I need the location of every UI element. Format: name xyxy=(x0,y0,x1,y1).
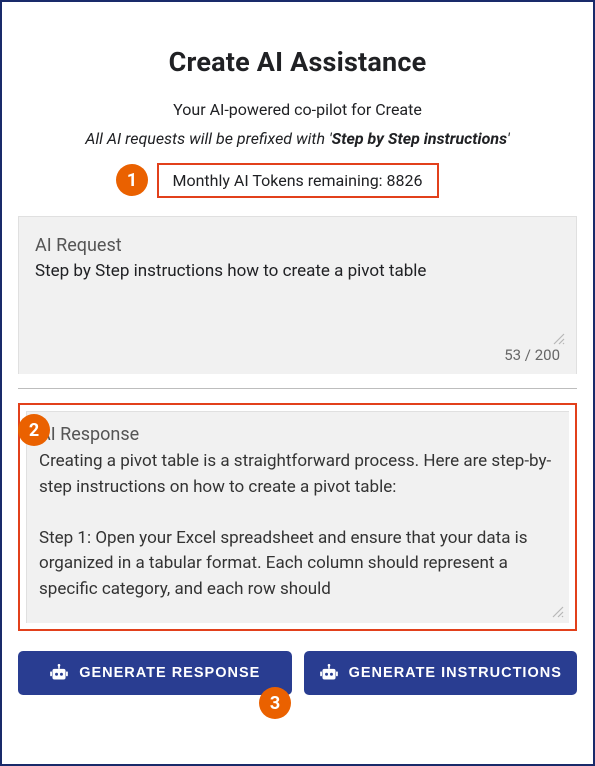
prefix-note: All AI requests will be prefixed with 'S… xyxy=(18,129,577,148)
generate-response-label: GENERATE RESPONSE xyxy=(79,665,260,681)
robot-icon xyxy=(319,664,339,682)
ai-request-input[interactable] xyxy=(35,260,560,336)
page-title: Create AI Assistance xyxy=(18,46,577,78)
prefix-value: Step by Step instructions xyxy=(332,129,507,148)
generate-instructions-label: GENERATE INSTRUCTIONS xyxy=(349,665,562,681)
ai-response-highlight: AI Response Creating a pivot table is a … xyxy=(18,403,577,631)
generate-instructions-button[interactable]: GENERATE INSTRUCTIONS xyxy=(304,651,578,695)
ai-response-label: AI Response xyxy=(39,424,565,445)
robot-icon xyxy=(49,664,69,682)
header: Create AI Assistance Your AI-powered co-… xyxy=(18,46,577,148)
ai-assistance-panel: Create AI Assistance Your AI-powered co-… xyxy=(0,0,595,766)
prefix-after: ' xyxy=(507,129,510,148)
ai-request-card: AI Request 53 / 200 xyxy=(18,216,577,374)
tokens-remaining: Monthly AI Tokens remaining: 8826 xyxy=(157,163,439,198)
button-row: GENERATE RESPONSE GENERATE INSTRUCTIONS xyxy=(18,651,577,695)
callout-3: 3 xyxy=(259,687,291,719)
subtitle: Your AI-powered co-pilot for Create xyxy=(18,100,577,119)
tokens-row: 1 Monthly AI Tokens remaining: 8826 xyxy=(18,160,577,200)
ai-response-card: AI Response Creating a pivot table is a … xyxy=(26,411,569,623)
generate-response-button[interactable]: GENERATE RESPONSE xyxy=(18,651,292,695)
ai-response-output[interactable]: Creating a pivot table is a straightforw… xyxy=(39,449,565,615)
section-divider xyxy=(18,388,577,389)
prefix-before: All AI requests will be prefixed with ' xyxy=(85,129,331,148)
char-count: 53 / 200 xyxy=(35,346,560,364)
callout-1: 1 xyxy=(116,164,148,196)
callout-2: 2 xyxy=(18,414,50,446)
ai-request-label: AI Request xyxy=(35,235,560,256)
